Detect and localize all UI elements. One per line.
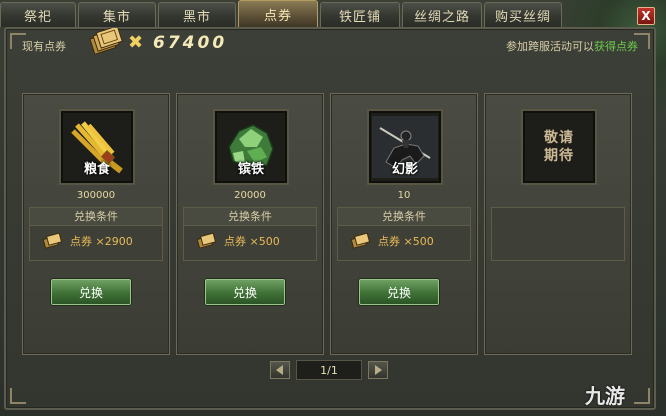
item-slot: 粮食	[59, 109, 135, 185]
tab-bar: 祭祀 集市 黑市 点券 铁匠铺 丝绸之路 购买丝绸	[0, 0, 666, 28]
item-name: 幻影	[391, 162, 418, 177]
item-name: 粮食	[83, 162, 110, 177]
page-indicator: 1/1	[296, 360, 362, 380]
condition-title: 兑换条件	[184, 208, 316, 226]
tab-blacksmith[interactable]: 铁匠铺	[320, 2, 400, 27]
item-name: 镔铁	[237, 162, 264, 177]
exchange-condition-box: 兑换条件 点券 ×2900	[29, 207, 163, 261]
tab-black-market[interactable]: 黑市	[158, 2, 236, 27]
coupon-ticket-icon	[350, 232, 371, 249]
exchange-condition-box: 兑换条件 点券 ×500	[337, 207, 471, 261]
item-quantity: 20000	[234, 190, 266, 201]
tab-buy-silk[interactable]: 购买丝绸	[484, 2, 562, 27]
tab-sacrifice[interactable]: 祭祀	[0, 2, 76, 27]
tab-market[interactable]: 集市	[78, 2, 156, 27]
condition-line: 点券 ×500	[350, 232, 434, 250]
cost-text: 点券 ×2900	[70, 235, 133, 248]
exchange-button[interactable]: 兑换	[51, 279, 131, 305]
tab-coupons[interactable]: 点券	[238, 0, 318, 27]
exchange-card-iron: 镔铁 20000 兑换条件 点券 ×500 兑换	[176, 93, 324, 355]
prev-page-button[interactable]	[270, 361, 290, 379]
exchange-button[interactable]: 兑换	[359, 279, 439, 305]
coupon-balance-row: 现有点券 ✖ 67400 参加跨服活动可以获得点券	[20, 25, 640, 55]
exchange-condition-box: 兑换条件 点券 ×500	[183, 207, 317, 261]
exchange-button[interactable]: 兑换	[205, 279, 285, 305]
triangle-left-icon	[276, 365, 283, 375]
coupon-ticket-icon	[42, 232, 63, 249]
condition-title: 兑换条件	[30, 208, 162, 226]
multiply-icon: ✖	[128, 32, 144, 53]
next-page-button[interactable]	[368, 361, 388, 379]
exchange-card-grain: 粮食 300000 兑换条件 点券 ×2900 兑换	[22, 93, 170, 355]
item-quantity: 10	[397, 190, 411, 201]
panel-corner-ornament	[634, 388, 650, 404]
condition-line: 点券 ×500	[196, 232, 280, 250]
tab-silk-road[interactable]: 丝绸之路	[402, 2, 482, 27]
pagination: 1/1	[270, 360, 388, 380]
item-slot-empty: 敬请 期待	[521, 109, 597, 185]
condition-line: 点券 ×2900	[42, 232, 133, 250]
coupon-ticket-icon	[196, 232, 217, 249]
coupon-ticket-icon	[88, 25, 126, 62]
watermark-logo: 九游	[585, 380, 625, 409]
event-hint-text: 参加跨服活动可以	[506, 40, 594, 53]
triangle-right-icon	[375, 365, 382, 375]
coupon-balance-label: 现有点券	[22, 40, 66, 53]
cost-text: 点券 ×500	[224, 235, 280, 248]
coming-soon-line1: 敬请	[544, 130, 574, 146]
exchange-card-coming-soon: 敬请 期待	[484, 93, 632, 355]
close-button[interactable]: X	[637, 7, 655, 25]
get-coupons-link[interactable]: 获得点券	[594, 40, 638, 53]
empty-condition-box	[491, 207, 625, 261]
panel-corner-ornament	[10, 388, 26, 404]
cost-text: 点券 ×500	[378, 235, 434, 248]
item-slot: 幻影	[367, 109, 443, 185]
watermark-text: 九游	[585, 384, 625, 408]
coming-soon-line2: 期待	[544, 148, 574, 164]
event-hint: 参加跨服活动可以获得点券	[506, 38, 638, 54]
coupon-amount: 67400	[153, 33, 228, 53]
item-slot: 镔铁	[213, 109, 289, 185]
condition-title: 兑换条件	[338, 208, 470, 226]
exchange-card-phantom: 幻影 10 兑换条件 点券 ×500 兑换	[330, 93, 478, 355]
item-quantity: 300000	[76, 190, 116, 201]
